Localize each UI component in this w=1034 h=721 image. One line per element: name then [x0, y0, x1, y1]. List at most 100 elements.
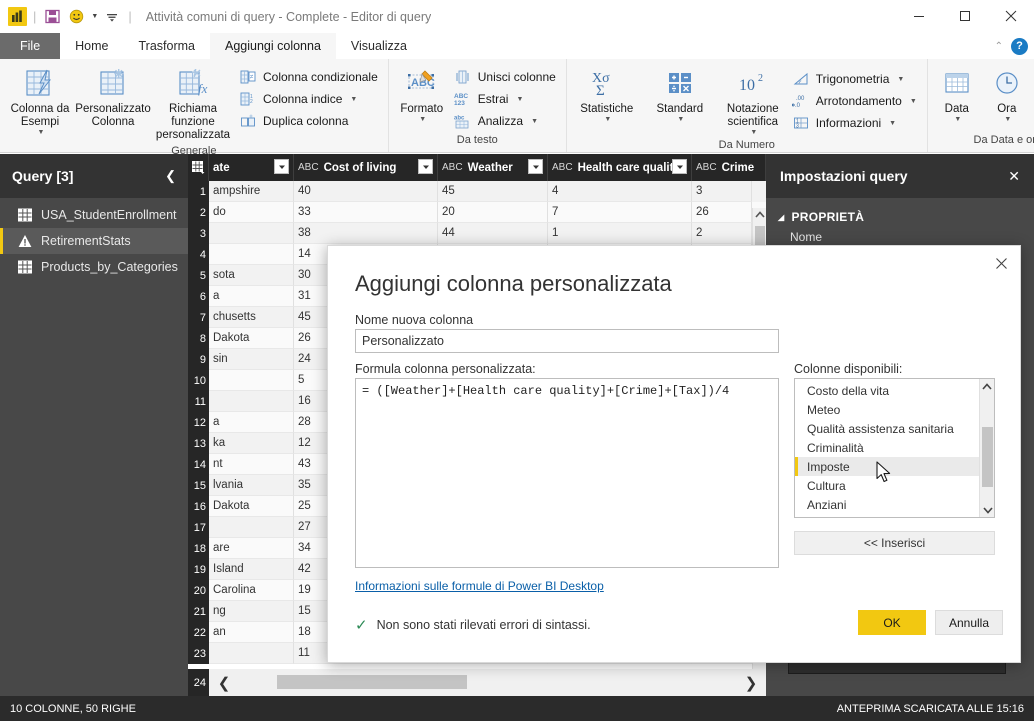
table-row[interactable]: 2 do 33 20 7 26 — [188, 202, 766, 223]
standard-button[interactable]: Standard ▼ — [644, 64, 716, 126]
column-from-examples-button[interactable]: Colonna da Esempi ▼ — [4, 64, 76, 139]
grid-column-header-weather[interactable]: ABC Weather — [438, 154, 548, 181]
format-caret-icon[interactable]: ▼ — [419, 116, 426, 123]
cancel-button[interactable]: Annulla — [935, 610, 1003, 635]
grid-cell[interactable]: 45 — [438, 181, 548, 202]
column-from-examples-caret-icon[interactable]: ▼ — [38, 129, 45, 136]
filter-dropdown-icon[interactable] — [418, 159, 433, 174]
grid-cell[interactable]: Dakota — [209, 496, 294, 517]
grid-cell[interactable]: lvania — [209, 475, 294, 496]
information-caret-icon[interactable]: ▼ — [889, 120, 896, 127]
information-button[interactable]: 13 Informazioni ▼ — [790, 112, 923, 134]
tab-trasforma[interactable]: Trasforma — [124, 33, 211, 59]
triangle-down-icon[interactable]: ◢ — [778, 213, 784, 222]
properties-section-header[interactable]: ◢ PROPRIETÀ — [766, 198, 1034, 224]
query-item-products-by-categories[interactable]: Products_by_Categories — [0, 254, 188, 280]
available-column-item[interactable]: Imposte — [795, 457, 979, 476]
grid-cell[interactable]: an — [209, 622, 294, 643]
grid-horizontal-scroll-thumb[interactable] — [277, 675, 467, 689]
available-column-item[interactable]: Anziani — [795, 495, 979, 514]
grid-cell[interactable]: Carolina — [209, 580, 294, 601]
grid-hscroll-track[interactable] — [239, 669, 736, 696]
grid-cell[interactable]: 40 — [294, 181, 438, 202]
grid-cell[interactable]: 44 — [438, 223, 548, 244]
grid-cell[interactable] — [209, 391, 294, 412]
rounding-button[interactable]: .00.0 Arrotondamento ▼ — [790, 90, 923, 112]
parse-button[interactable]: abc Analizza ▼ — [452, 110, 562, 132]
query-item-retirementstats[interactable]: RetirementStats — [0, 228, 188, 254]
grid-cell[interactable]: 38 — [294, 223, 438, 244]
statistics-caret-icon[interactable]: ▼ — [604, 116, 611, 123]
grid-cell[interactable]: 3 — [692, 181, 752, 202]
available-column-item[interactable]: Costo della vita — [795, 381, 979, 400]
available-column-item[interactable]: Criminalità — [795, 438, 979, 457]
grid-cell[interactable]: do — [209, 202, 294, 223]
extract-button[interactable]: ABC 123 Estrai ▼ — [452, 88, 562, 110]
grid-cell[interactable]: Dakota — [209, 328, 294, 349]
grid-cell[interactable]: 20 — [438, 202, 548, 223]
available-column-item[interactable]: Meteo — [795, 400, 979, 419]
close-icon[interactable] — [988, 0, 1034, 31]
grid-cell[interactable]: a — [209, 286, 294, 307]
grid-cell[interactable]: sota — [209, 265, 294, 286]
merge-columns-button[interactable]: Unisci colonne — [452, 66, 562, 88]
scroll-right-icon[interactable]: ❯ — [736, 674, 766, 692]
table-row[interactable]: 3 38 44 1 2 — [188, 223, 766, 244]
filter-dropdown-icon[interactable] — [274, 159, 289, 174]
grid-cell[interactable] — [209, 643, 294, 664]
insert-column-button[interactable]: << Inserisci — [794, 531, 995, 555]
tab-aggiungi-colonna[interactable]: Aggiungi colonna — [210, 33, 336, 59]
grid-cell[interactable] — [209, 370, 294, 391]
statistics-button[interactable]: Χσ Σ Statistiche ▼ — [571, 64, 643, 126]
query-item-usa-studentenrollment[interactable]: USA_StudentEnrollment — [0, 202, 188, 228]
grid-cell[interactable]: 1 — [548, 223, 692, 244]
grid-cell[interactable]: a — [209, 412, 294, 433]
grid-cell[interactable]: Island — [209, 559, 294, 580]
time-button[interactable]: Ora ▼ — [983, 64, 1031, 126]
grid-cell[interactable] — [209, 223, 294, 244]
scroll-up-icon[interactable] — [753, 208, 766, 222]
grid-cell[interactable]: 2 — [692, 223, 752, 244]
scientific-notation-caret-icon[interactable]: ▼ — [750, 129, 757, 136]
index-column-caret-icon[interactable]: ▼ — [350, 96, 357, 103]
grid-cell[interactable] — [209, 244, 294, 265]
grid-cell[interactable]: 33 — [294, 202, 438, 223]
tab-visualizza[interactable]: Visualizza — [336, 33, 422, 59]
scroll-up-icon[interactable] — [980, 379, 994, 394]
extract-caret-icon[interactable]: ▼ — [516, 96, 523, 103]
maximize-icon[interactable] — [942, 0, 988, 31]
grid-cell[interactable]: chusetts — [209, 307, 294, 328]
available-column-item[interactable]: Qualità assistenza sanitaria — [795, 419, 979, 438]
chevron-left-icon[interactable]: ❮ — [165, 168, 176, 184]
grid-column-header-state[interactable]: ate — [209, 154, 294, 181]
standard-caret-icon[interactable]: ▼ — [677, 116, 684, 123]
filter-dropdown-icon[interactable] — [528, 159, 543, 174]
custom-formula-input[interactable]: = ([Weather]+[Health care quality]+[Crim… — [355, 378, 779, 568]
index-column-button[interactable]: 12 Colonna indice ▼ — [237, 88, 384, 110]
conditional-column-button[interactable]: ≠ Colonna condizionale — [237, 66, 384, 88]
ok-button[interactable]: OK — [858, 610, 926, 635]
select-all-icon[interactable] — [188, 154, 209, 181]
invoke-custom-function-button[interactable]: fx Richiama funzione personalizzata — [150, 64, 236, 145]
parse-caret-icon[interactable]: ▼ — [531, 118, 538, 125]
grid-cell[interactable]: ampshire — [209, 181, 294, 202]
rounding-caret-icon[interactable]: ▼ — [910, 98, 917, 105]
grid-cell[interactable]: ng — [209, 601, 294, 622]
scientific-notation-button[interactable]: 10 2 Notazione scientifica ▼ — [717, 64, 789, 139]
tab-home[interactable]: Home — [60, 33, 123, 59]
new-column-name-input[interactable] — [355, 329, 779, 353]
grid-cell[interactable] — [209, 517, 294, 538]
grid-column-header-health-care-quality[interactable]: ABC Health care quality — [548, 154, 692, 181]
close-icon[interactable]: ✕ — [1008, 168, 1020, 185]
trigonometry-caret-icon[interactable]: ▼ — [897, 76, 904, 83]
grid-cell[interactable]: nt — [209, 454, 294, 475]
available-columns-scrollbar[interactable] — [979, 379, 994, 517]
scroll-down-icon[interactable] — [980, 502, 995, 517]
grid-cell[interactable]: ka — [209, 433, 294, 454]
available-columns-scroll-thumb[interactable] — [982, 427, 993, 487]
save-icon[interactable] — [42, 7, 62, 27]
grid-cell[interactable]: sin — [209, 349, 294, 370]
date-button[interactable]: Data ▼ — [932, 64, 982, 126]
grid-horizontal-scrollbar[interactable]: 24 ❮ ❯ — [188, 669, 766, 696]
available-column-item[interactable]: Cultura — [795, 476, 979, 495]
